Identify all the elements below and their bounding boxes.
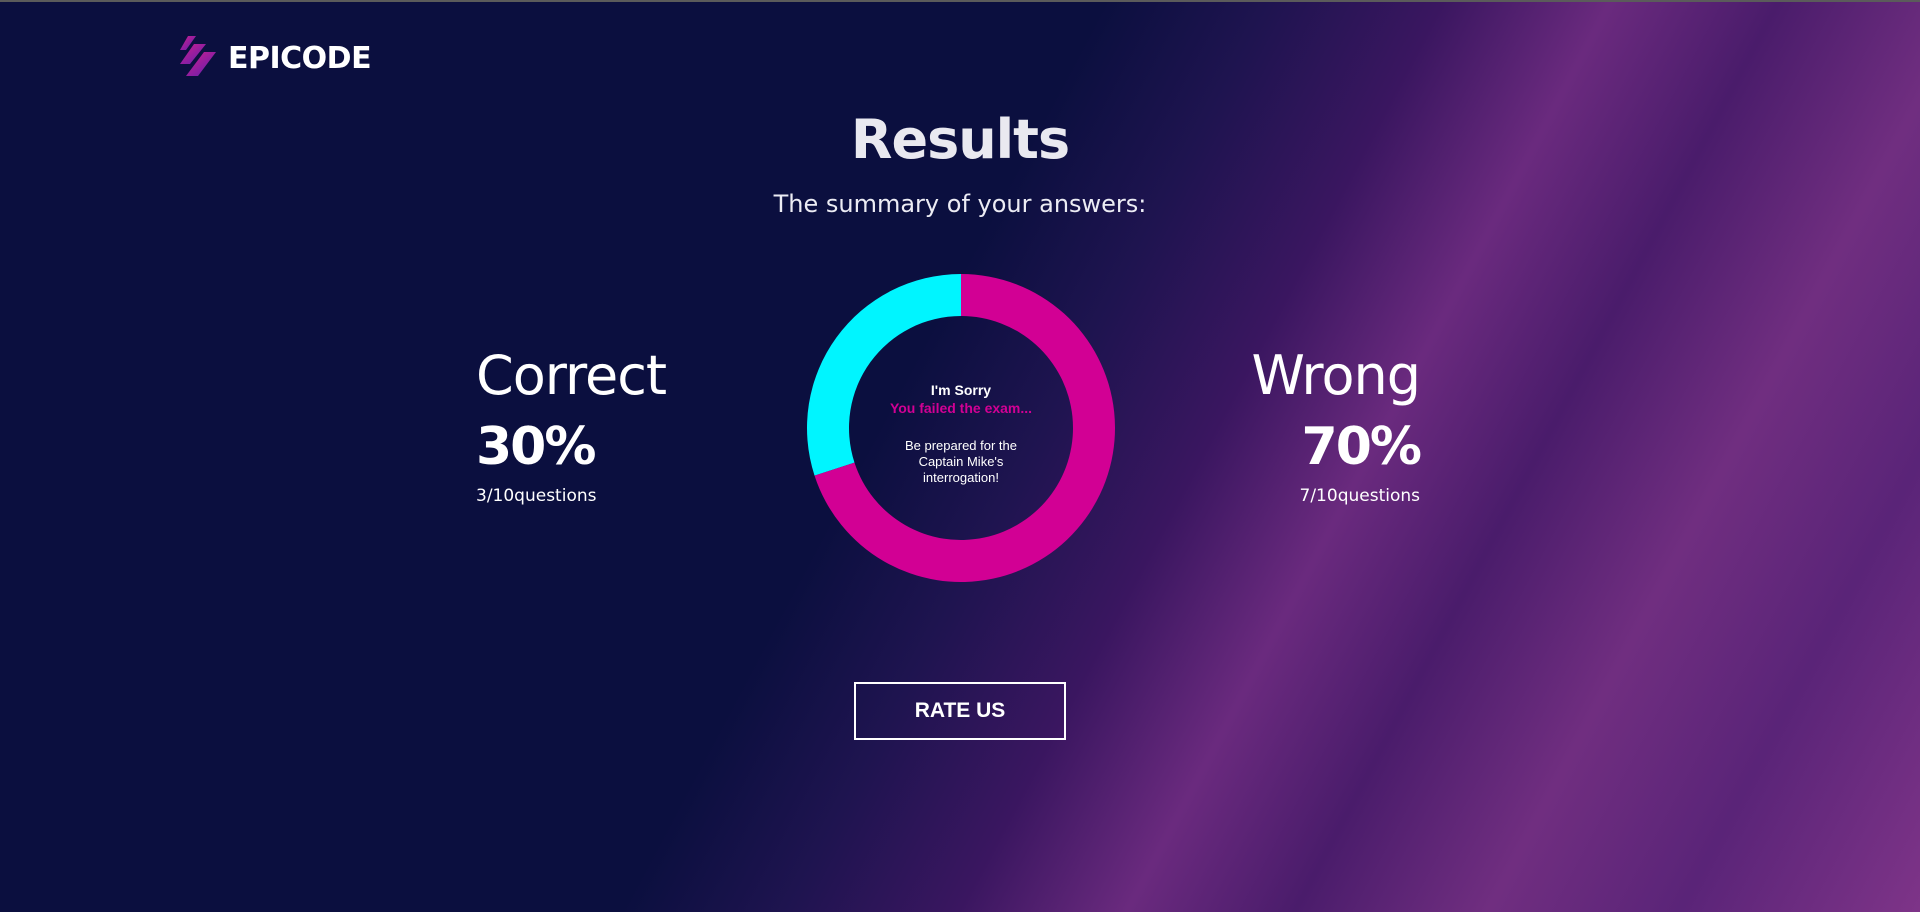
wrong-label: Wrong bbox=[1251, 344, 1421, 407]
wrong-summary: Wrong 70% 7/10questions bbox=[1160, 342, 1422, 508]
result-message: Be prepared for the Captain Mike's inter… bbox=[904, 438, 1018, 485]
correct-count: 3/10questions bbox=[476, 486, 597, 506]
wrong-percent: 70% bbox=[1301, 417, 1422, 477]
epicode-logo-icon bbox=[180, 36, 216, 76]
result-status: You failed the exam... bbox=[889, 400, 1033, 416]
page-title: Results bbox=[850, 108, 1070, 171]
window-top-border bbox=[0, 0, 1920, 2]
correct-percent: 30% bbox=[476, 417, 596, 477]
donut-center: I'm Sorry You failed the exam... Be prep… bbox=[807, 274, 1115, 582]
result-heading: I'm Sorry bbox=[930, 382, 992, 398]
wrong-count: 7/10questions bbox=[1299, 486, 1420, 506]
results-donut-chart: I'm Sorry You failed the exam... Be prep… bbox=[807, 274, 1115, 582]
correct-label: Correct bbox=[476, 344, 667, 407]
page-subtitle: The summary of your answers: bbox=[773, 190, 1147, 218]
brand-logo[interactable]: EPICODE bbox=[180, 36, 372, 80]
rate-us-button[interactable]: RATE US bbox=[854, 682, 1066, 740]
brand-name: EPICODE bbox=[228, 40, 372, 76]
correct-summary: Correct 30% 3/10questions bbox=[476, 342, 736, 508]
